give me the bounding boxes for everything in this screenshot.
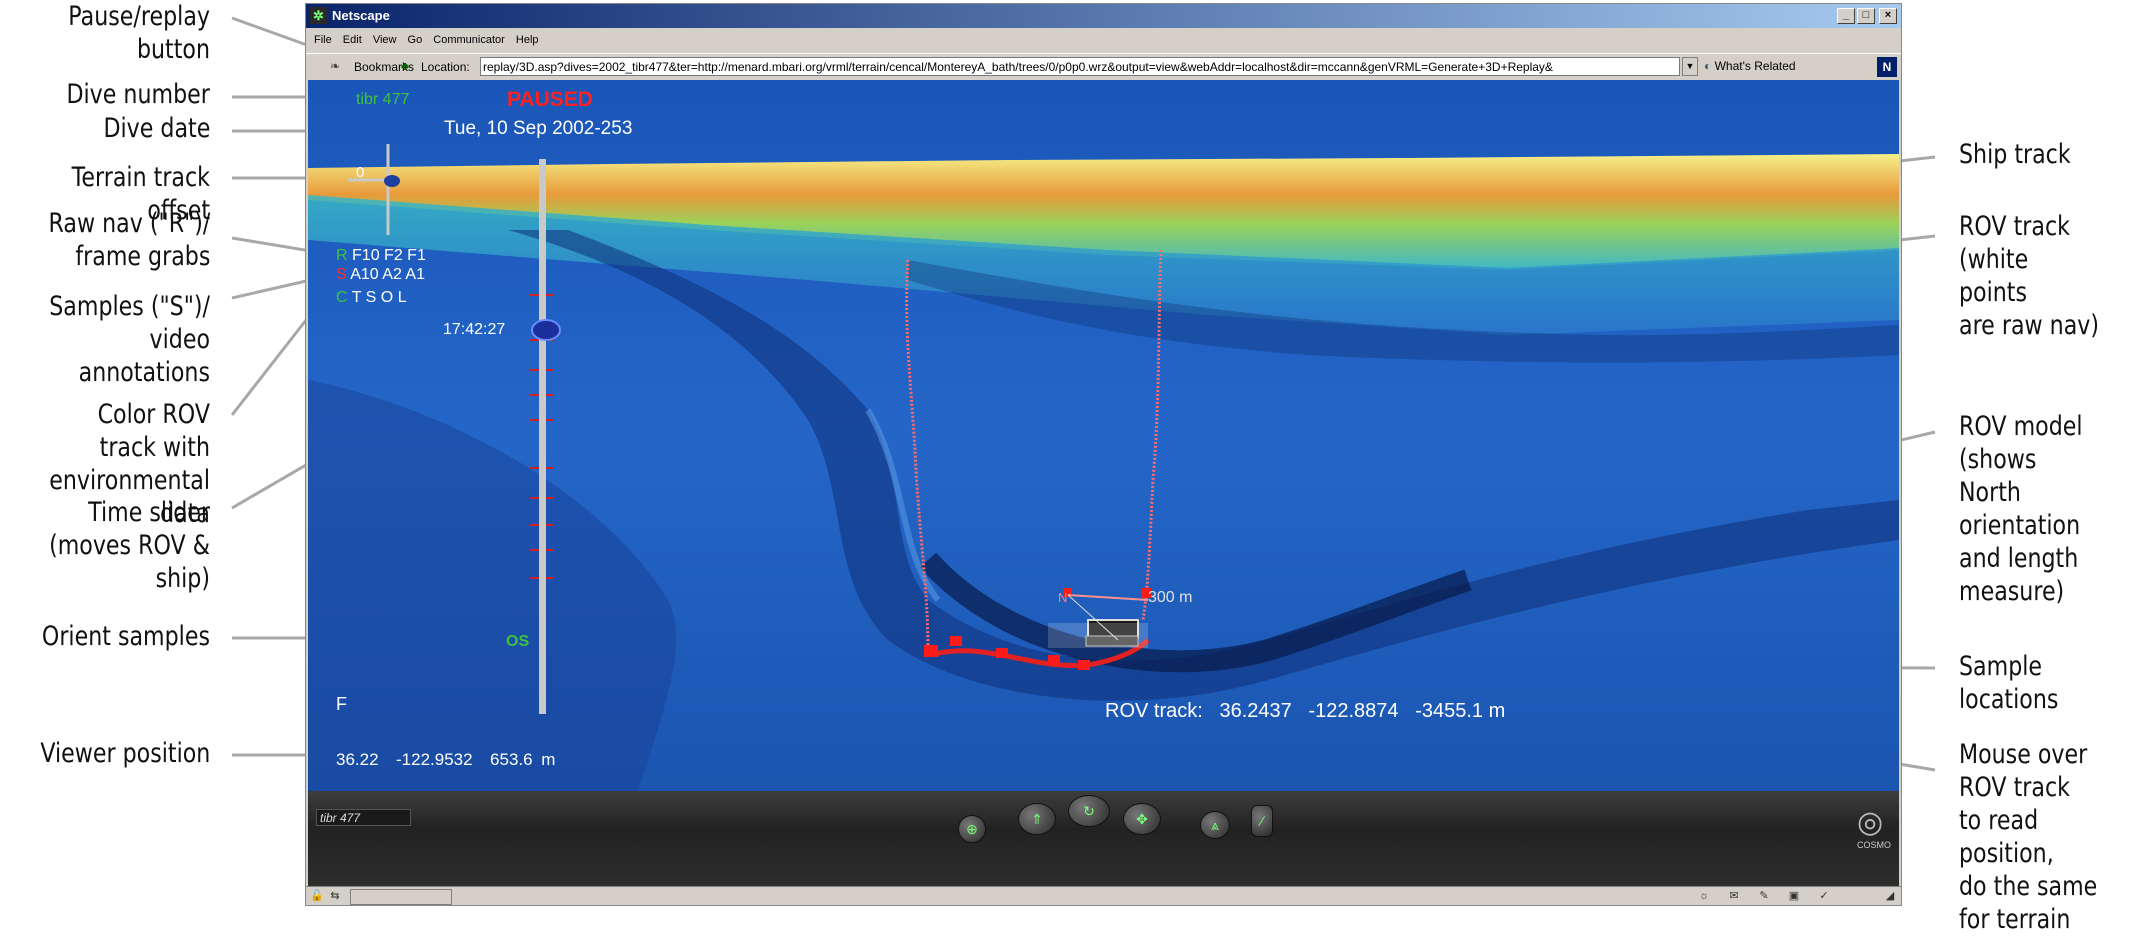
seek-icon[interactable]: ⊕ xyxy=(958,815,986,843)
frame-grab-f10[interactable]: F10 xyxy=(352,247,380,264)
rov-track-readout: ROV track: 36.2437 -122.8874 -3455.1 m xyxy=(1105,700,1506,722)
raw-nav-row: R F10 F2 F1 xyxy=(336,247,426,265)
scale-label: 300 m xyxy=(1148,589,1193,606)
annotation-viewer-position: Viewer position xyxy=(40,738,210,769)
dive-date: Tue, 10 Sep 2002-253 xyxy=(444,118,633,139)
location-input[interactable]: replay/3D.asp?dives=2002_tibr477&ter=htt… xyxy=(480,57,1680,76)
netscape-window: ✲ Netscape _ □ × File Edit View Go Commu… xyxy=(305,3,1902,906)
composer-icon[interactable]: ▣ xyxy=(1787,890,1801,903)
orient-samples-button[interactable]: OS xyxy=(506,633,529,651)
annotation-pause-replay: Pause/replay button xyxy=(68,1,210,65)
raw-nav-toggle[interactable]: R xyxy=(336,247,348,264)
menu-bar: File Edit View Go Communicator Help xyxy=(306,30,1901,52)
annotation-dive-date: Dive date xyxy=(103,113,210,144)
cosmo-player-controls: tibr 477 ⊕ ⇑ ↻ ✥ ⩓ ∕ ◎ COSMO xyxy=(308,791,1899,886)
menu-help[interactable]: Help xyxy=(516,34,539,46)
progress-bar xyxy=(350,889,452,905)
color-temperature[interactable]: T xyxy=(352,289,361,306)
navigator-icon[interactable]: ☼ xyxy=(1697,890,1711,903)
window-title: Netscape xyxy=(332,8,390,23)
title-bar[interactable]: ✲ Netscape _ □ × xyxy=(306,4,1901,28)
seafloor-terrain-render[interactable] xyxy=(308,80,1899,791)
menu-edit[interactable]: Edit xyxy=(343,34,362,46)
frame-grab-f2[interactable]: F2 xyxy=(384,247,403,264)
color-oxygen[interactable]: O xyxy=(381,289,393,306)
straighten-icon[interactable]: ∕ xyxy=(1251,805,1273,837)
menu-communicator[interactable]: Communicator xyxy=(433,34,505,46)
time-slider-track xyxy=(539,159,546,714)
menu-view[interactable]: View xyxy=(373,34,397,46)
security-lock-icon[interactable]: 🔓 xyxy=(310,890,324,903)
color-track-toggle[interactable]: C xyxy=(336,289,348,306)
status-bar: 🔓 ⇆ ☼ ✉ ✎ ▣ ✓ ◢ xyxy=(306,886,1901,905)
annotation-orient-samples: Orient samples xyxy=(41,621,210,652)
dive-number: tibr 477 xyxy=(356,91,410,108)
walk-icon[interactable]: ⇑ xyxy=(1018,803,1056,835)
netscape-app-icon: ✲ xyxy=(310,7,327,24)
time-slider-handle xyxy=(531,319,561,341)
maximize-button[interactable]: □ xyxy=(1857,8,1875,24)
annotation-a2[interactable]: A2 xyxy=(382,266,402,283)
viewpoint-name-field[interactable]: tibr 477 xyxy=(316,809,411,826)
annotation-samples: Samples ("S")/video annotations xyxy=(49,291,210,388)
annotation-a1[interactable]: A1 xyxy=(405,266,425,283)
cosmo-logo: ◎ COSMO xyxy=(1856,806,1891,850)
annotation-raw-nav: Raw nav ("R")/frame grabs xyxy=(48,208,210,272)
minimize-button[interactable]: _ xyxy=(1837,8,1855,24)
annotation-rov-model: ROV model (shows North orientation and leng… xyxy=(1959,411,2083,607)
annotation-dive-number: Dive number xyxy=(66,79,210,110)
time-slider-label: 17:42:27 xyxy=(443,321,506,338)
rotate-icon[interactable]: ↻ xyxy=(1068,795,1110,827)
annotation-a10[interactable]: A10 xyxy=(350,266,378,283)
viewer-position-readout: 36.22 -122.9532 653.6 m xyxy=(336,750,556,769)
menu-go[interactable]: Go xyxy=(408,34,423,46)
annotation-time-slider: Time slider (moves ROV & ship) xyxy=(49,497,210,594)
annotation-rov-track: ROV track (white points are raw nav) xyxy=(1959,211,2100,341)
bookmarks-icon: ❧ xyxy=(330,59,341,73)
pan-icon[interactable]: ✥ xyxy=(1123,803,1161,835)
annotation-mouse-over: Mouse over ROV track to read position, do t… xyxy=(1959,739,2098,935)
color-light[interactable]: L xyxy=(398,289,407,306)
close-button[interactable]: × xyxy=(1879,8,1897,24)
checkmark-icon[interactable]: ✓ xyxy=(1817,890,1831,903)
location-icon: ♣ xyxy=(401,59,409,73)
terrain-offset-handle xyxy=(384,175,400,187)
frame-grab-f1[interactable]: F1 xyxy=(407,247,426,264)
mail-icon[interactable]: ✉ xyxy=(1727,890,1741,903)
vrml-3d-viewport[interactable]: PAUSED tibr 477 Tue, 10 Sep 2002-253 0 R… xyxy=(308,80,1899,791)
north-label: N xyxy=(1058,590,1068,605)
paused-button[interactable]: PAUSED xyxy=(507,88,593,112)
f-label: F xyxy=(336,694,347,714)
location-dropdown-icon[interactable]: ▼ xyxy=(1682,57,1698,76)
menu-file[interactable]: File xyxy=(314,34,332,46)
location-toolbar: ❧ Bookmarks ♣ Location: replay/3D.asp?di… xyxy=(306,53,1901,79)
resize-grip-icon[interactable]: ◢ xyxy=(1883,890,1897,903)
netscape-logo: N xyxy=(1877,57,1897,77)
samples-row: S A10 A2 A1 xyxy=(336,266,425,284)
discussion-icon[interactable]: ✎ xyxy=(1757,890,1771,903)
whats-related-button[interactable]: ◐ What's Related xyxy=(1704,57,1796,76)
location-label: Location: xyxy=(421,60,470,74)
annotation-sample-locations: Sample locations xyxy=(1959,651,2059,715)
connection-icon: ⇆ xyxy=(330,890,340,902)
whats-related-icon: ◐ xyxy=(1704,59,1715,73)
color-track-row: C T S O L xyxy=(336,289,407,307)
zoom-icon[interactable]: ⩓ xyxy=(1200,811,1230,839)
color-salinity[interactable]: S xyxy=(366,289,377,306)
annotation-ship-track: Ship track xyxy=(1959,139,2071,170)
terrain-offset-value: 0 xyxy=(356,164,365,181)
samples-toggle[interactable]: S xyxy=(336,266,347,283)
